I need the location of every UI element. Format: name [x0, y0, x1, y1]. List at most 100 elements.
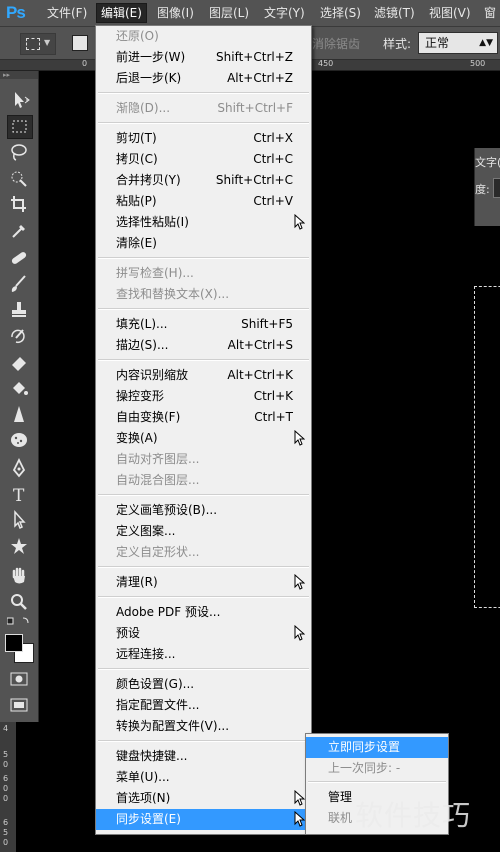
- canvas-selection-marquee: [474, 286, 500, 608]
- ruler-mark: 500: [470, 59, 486, 68]
- menu-item-convert-to-profile[interactable]: 转换为配置文件(V)...: [96, 716, 311, 737]
- healing-brush-tool-icon[interactable]: [7, 247, 31, 269]
- menu-separator: [98, 92, 309, 94]
- menu-item-copy[interactable]: 拷贝(C) Ctrl+C: [96, 149, 311, 170]
- menu-layer[interactable]: 图层(L): [205, 4, 253, 22]
- screen-mode-icon[interactable]: [7, 694, 31, 716]
- photoshop-logo: Ps: [6, 3, 26, 22]
- menu-item-keyboard-shortcuts[interactable]: 键盘快捷键...: [96, 746, 311, 767]
- new-selection-icon[interactable]: [72, 35, 88, 51]
- submenu-cursor-icon: [294, 430, 305, 446]
- menu-item-spell-check[interactable]: 拼写检查(H)...: [96, 263, 311, 284]
- submenu-item-last-sync: 上一次同步: -: [328, 761, 401, 775]
- menu-item-menus[interactable]: 菜单(U)...: [96, 767, 311, 788]
- custom-shape-tool-icon[interactable]: [7, 535, 31, 557]
- menu-item-step-forward[interactable]: 前进一步(W) Shift+Ctrl+Z: [96, 47, 311, 68]
- menu-item-copy-merged[interactable]: 合并拷贝(Y) Shift+Ctrl+C: [96, 170, 311, 191]
- quick-mask-icon[interactable]: [7, 668, 31, 690]
- tool-preset-picker[interactable]: ▼: [20, 33, 56, 55]
- menu-item-purge[interactable]: 清理(R): [96, 572, 311, 593]
- svg-text:T: T: [13, 486, 25, 505]
- watermark-text: 软件技巧: [355, 799, 472, 832]
- ruler-mark: 6: [3, 818, 9, 827]
- ruler-mark: 6: [3, 774, 9, 783]
- foreground-color-swatch[interactable]: [5, 634, 23, 652]
- menu-item-undo[interactable]: 还原(O): [96, 26, 311, 47]
- sharpen-tool-icon[interactable]: [7, 403, 31, 425]
- menu-item-transform[interactable]: 变换(A): [96, 428, 311, 449]
- panel-field-input[interactable]: [493, 178, 500, 198]
- menu-item-auto-blend-layers[interactable]: 自动混合图层...: [96, 470, 311, 491]
- menu-item-stroke[interactable]: 描边(S)... Alt+Ctrl+S: [96, 335, 311, 356]
- hand-tool-icon[interactable]: [7, 565, 31, 587]
- ruler-mark: 0: [3, 838, 9, 847]
- style-select[interactable]: 正常 ▲▼: [418, 32, 498, 54]
- menu-item-auto-align-layers[interactable]: 自动对齐图层...: [96, 449, 311, 470]
- history-brush-tool-icon[interactable]: [7, 325, 31, 347]
- menu-separator: [98, 740, 309, 742]
- submenu-item-sync-now[interactable]: 立即同步设置: [306, 737, 448, 758]
- menu-item-cut[interactable]: 剪切(T) Ctrl+X: [96, 128, 311, 149]
- ruler-mark: 5: [3, 750, 9, 759]
- swap-colors-icon[interactable]: [7, 615, 31, 629]
- style-label: 样式:: [383, 37, 412, 51]
- vertical-ruler: 4 5 0 6 0 0 6 5 0: [0, 722, 16, 852]
- submenu-cursor-icon: [294, 811, 305, 827]
- crop-tool-icon[interactable]: [7, 193, 31, 215]
- paint-bucket-tool-icon[interactable]: [7, 377, 31, 399]
- menu-item-clear[interactable]: 清除(E): [96, 233, 311, 254]
- menu-item-paste-special[interactable]: 选择性粘贴(I): [96, 212, 311, 233]
- menu-view[interactable]: 视图(V): [425, 4, 475, 22]
- move-tool-icon[interactable]: [7, 89, 31, 111]
- menu-filter[interactable]: 滤镜(T): [370, 4, 419, 22]
- type-tool-icon[interactable]: T: [7, 483, 31, 505]
- menu-image[interactable]: 图像(I): [153, 4, 198, 22]
- brush-tool-icon[interactable]: [7, 273, 31, 295]
- menu-item-preferences[interactable]: 首选项(N): [96, 788, 311, 809]
- menu-item-fade[interactable]: 渐隐(D)... Shift+Ctrl+F: [96, 98, 311, 119]
- style-select-value: 正常: [425, 36, 450, 50]
- menu-item-fill[interactable]: 填充(L)... Shift+F5: [96, 314, 311, 335]
- path-selection-tool-icon[interactable]: [7, 509, 31, 531]
- menu-separator: [98, 494, 309, 496]
- menu-item-sync-settings[interactable]: 同步设置(E): [96, 809, 311, 830]
- menu-item-paste[interactable]: 粘贴(P) Ctrl+V: [96, 191, 311, 212]
- chevron-down-icon: ▼: [44, 38, 51, 47]
- eyedropper-tool-icon[interactable]: [7, 219, 31, 241]
- menu-edit[interactable]: 编辑(E): [96, 3, 147, 23]
- menu-item-puppet-warp[interactable]: 操控变形 Ctrl+K: [96, 386, 311, 407]
- menu-separator: [98, 668, 309, 670]
- quick-selection-tool-icon[interactable]: [7, 167, 31, 189]
- menu-item-step-backward[interactable]: 后退一步(K) Alt+Ctrl+Z: [96, 68, 311, 89]
- toolbox: ▸▸ T: [0, 71, 39, 722]
- menu-item-define-pattern[interactable]: 定义图案...: [96, 521, 311, 542]
- menu-select[interactable]: 选择(S): [316, 4, 365, 22]
- menu-bar: Ps 文件(F) 编辑(E) 图像(I) 图层(L) 文字(Y) 选择(S) 滤…: [0, 0, 500, 27]
- menu-item-define-brush-preset[interactable]: 定义画笔预设(B)...: [96, 500, 311, 521]
- menu-item-assign-profile[interactable]: 指定配置文件...: [96, 695, 311, 716]
- menu-item-remote-connections[interactable]: 远程连接...: [96, 644, 311, 665]
- menu-window[interactable]: 窗: [480, 4, 500, 22]
- ruler-mark: 4: [3, 724, 9, 733]
- sponge-tool-icon[interactable]: [7, 429, 31, 451]
- menu-item-find-replace[interactable]: 查找和替换文本(X)...: [96, 284, 311, 305]
- menu-item-adobe-pdf-presets[interactable]: Adobe PDF 预设...: [96, 602, 311, 623]
- rectangular-marquee-tool-icon[interactable]: [7, 115, 33, 139]
- clone-stamp-tool-icon[interactable]: [7, 299, 31, 321]
- menu-file[interactable]: 文件(F): [43, 4, 91, 22]
- menu-item-color-settings[interactable]: 颜色设置(G)...: [96, 674, 311, 695]
- panel-field-label: 度:: [475, 183, 490, 196]
- eraser-tool-icon[interactable]: [7, 351, 31, 373]
- antialias-checkbox-label: 消除锯齿: [312, 37, 361, 51]
- menu-separator: [98, 308, 309, 310]
- menu-item-define-custom-shape[interactable]: 定义自定形状...: [96, 542, 311, 563]
- toolbox-collapse-handle[interactable]: ▸▸: [0, 71, 38, 79]
- zoom-tool-icon[interactable]: [7, 591, 31, 613]
- menu-type[interactable]: 文字(Y): [260, 4, 309, 22]
- menu-item-free-transform[interactable]: 自由变换(F) Ctrl+T: [96, 407, 311, 428]
- menu-separator: [98, 257, 309, 259]
- menu-item-content-aware-scale[interactable]: 内容识别缩放 Alt+Ctrl+K: [96, 365, 311, 386]
- pen-tool-icon[interactable]: [7, 457, 31, 479]
- lasso-tool-icon[interactable]: [7, 141, 31, 163]
- menu-item-presets[interactable]: 预设: [96, 623, 311, 644]
